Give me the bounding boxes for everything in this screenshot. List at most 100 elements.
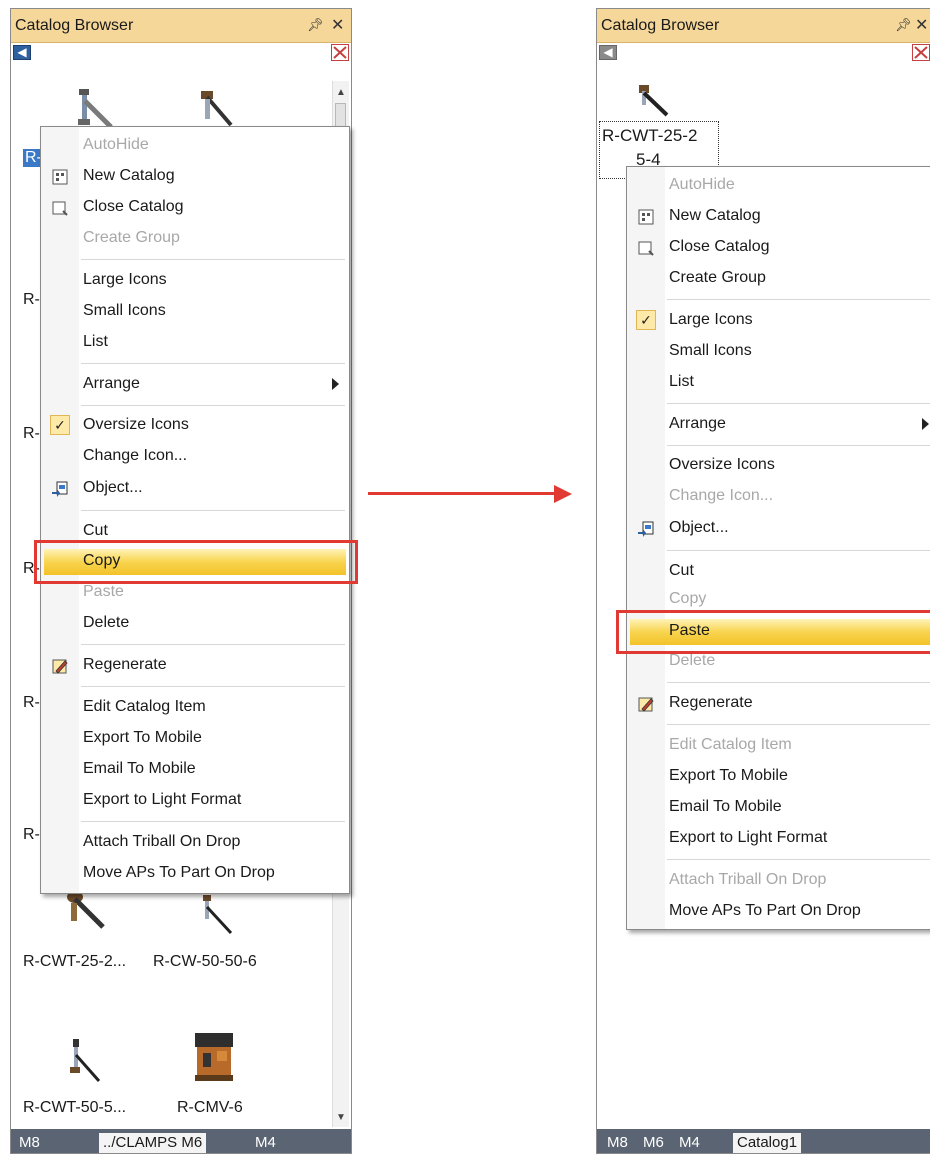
menu-item-small-icons[interactable]: Small Icons bbox=[41, 299, 349, 325]
transition-arrow bbox=[368, 492, 558, 495]
menu-item-oversize-icons[interactable]: ✓ Oversize Icons bbox=[41, 413, 349, 439]
menu-item-export-to-light-format[interactable]: Export to Light Format bbox=[41, 788, 349, 814]
menu-separator bbox=[667, 724, 930, 725]
menu-item-regenerate[interactable]: Regenerate bbox=[627, 691, 930, 717]
menu-item-label: Delete bbox=[83, 614, 130, 631]
menu-item-label: Close Catalog bbox=[83, 198, 184, 215]
clamp-icon[interactable] bbox=[61, 889, 111, 940]
menu-separator bbox=[667, 299, 930, 300]
vise-icon[interactable] bbox=[189, 1029, 239, 1090]
remove-catalog-icon[interactable] bbox=[331, 44, 349, 61]
menu-separator bbox=[81, 405, 345, 406]
menu-item-attach-triball[interactable]: Attach Triball On Drop bbox=[41, 830, 349, 856]
tab-m6[interactable]: M6 bbox=[643, 1133, 664, 1153]
catalog-item-label[interactable]: R-CW-50-50-6 bbox=[153, 953, 257, 971]
menu-item-object[interactable]: Object... bbox=[627, 516, 930, 542]
menu-item-label: Large Icons bbox=[669, 311, 753, 328]
menu-item-label: Small Icons bbox=[669, 342, 752, 359]
catalog-item-label[interactable]: R-CWT-25-2... bbox=[23, 953, 126, 971]
tab-m8[interactable]: M8 bbox=[607, 1133, 628, 1153]
scroll-down-icon[interactable]: ▼ bbox=[336, 1112, 346, 1123]
menu-item-export-to-mobile[interactable]: Export To Mobile bbox=[627, 764, 930, 790]
close-catalog-icon bbox=[638, 241, 654, 256]
menu-item-label: AutoHide bbox=[83, 136, 149, 153]
menu-item-change-icon[interactable]: Change Icon... bbox=[41, 444, 349, 470]
menu-item-email-to-mobile[interactable]: Email To Mobile bbox=[627, 795, 930, 821]
menu-item-list[interactable]: List bbox=[41, 330, 349, 356]
pin-icon[interactable]: 📌︎ bbox=[895, 17, 912, 33]
catalog-item-label[interactable]: R- bbox=[23, 826, 40, 844]
menu-item-create-group[interactable]: Create Group bbox=[627, 266, 930, 292]
clamp-icon[interactable] bbox=[635, 81, 675, 126]
catalog-item-label[interactable]: R- bbox=[23, 291, 40, 309]
menu-item-label: Cut bbox=[83, 522, 108, 539]
menu-item-label: Object... bbox=[83, 479, 143, 496]
menu-separator bbox=[81, 821, 345, 822]
menu-separator bbox=[81, 644, 345, 645]
menu-item-move-aps[interactable]: Move APs To Part On Drop bbox=[627, 899, 930, 925]
menu-item-label: Oversize Icons bbox=[83, 416, 189, 433]
menu-item-edit-catalog-item[interactable]: Edit Catalog Item bbox=[41, 695, 349, 721]
menu-item-large-icons[interactable]: ✓ Large Icons bbox=[627, 308, 930, 334]
close-icon[interactable]: ✕ bbox=[331, 15, 344, 35]
paste-highlight-annotation bbox=[616, 610, 930, 654]
back-arrow-icon[interactable]: ◀ bbox=[13, 45, 31, 60]
menu-item-oversize-icons[interactable]: Oversize Icons bbox=[627, 453, 930, 479]
menu-item-export-to-light-format[interactable]: Export to Light Format bbox=[627, 826, 930, 852]
menu-item-label: Export to Light Format bbox=[669, 829, 828, 846]
right-title: Catalog Browser bbox=[601, 17, 720, 34]
scroll-up-icon[interactable]: ▲ bbox=[336, 87, 346, 98]
menu-item-attach-triball[interactable]: Attach Triball On Drop bbox=[627, 868, 930, 894]
menu-item-export-to-mobile[interactable]: Export To Mobile bbox=[41, 726, 349, 752]
close-icon[interactable]: ✕ bbox=[915, 15, 928, 35]
catalog-item-label[interactable]: R-CWT-50-5... bbox=[23, 1099, 126, 1117]
remove-catalog-icon[interactable] bbox=[912, 44, 930, 61]
regenerate-icon bbox=[638, 697, 654, 712]
menu-item-object[interactable]: Object... bbox=[41, 476, 349, 502]
menu-item-autohide[interactable]: AutoHide bbox=[627, 173, 930, 199]
menu-separator bbox=[667, 859, 930, 860]
catalog-item-label[interactable]: R- bbox=[23, 694, 40, 712]
menu-separator bbox=[81, 259, 345, 260]
tab-catalog1[interactable]: Catalog1 bbox=[733, 1133, 802, 1153]
menu-item-edit-catalog-item[interactable]: Edit Catalog Item bbox=[627, 733, 930, 759]
catalog-item-label[interactable]: R-CMV-6 bbox=[177, 1099, 243, 1117]
menu-item-label: Large Icons bbox=[83, 271, 167, 288]
copy-highlight-annotation bbox=[34, 540, 358, 584]
menu-item-move-aps[interactable]: Move APs To Part On Drop bbox=[41, 861, 349, 887]
menu-item-autohide[interactable]: AutoHide bbox=[41, 133, 349, 159]
menu-item-change-icon[interactable]: Change Icon... bbox=[627, 484, 930, 510]
menu-item-small-icons[interactable]: Small Icons bbox=[627, 339, 930, 365]
clamp-icon[interactable] bbox=[61, 1037, 105, 1090]
tab-m8[interactable]: M8 bbox=[19, 1133, 40, 1153]
catalog-item-label[interactable]: R- bbox=[23, 425, 40, 443]
menu-item-label: Paste bbox=[83, 583, 124, 600]
transition-arrow-head bbox=[554, 485, 572, 503]
right-context-menu: AutoHide New Catalog Close Catalog Creat… bbox=[626, 166, 930, 930]
menu-item-regenerate[interactable]: Regenerate bbox=[41, 653, 349, 679]
menu-item-new-catalog[interactable]: New Catalog bbox=[627, 204, 930, 230]
menu-item-new-catalog[interactable]: New Catalog bbox=[41, 164, 349, 190]
tab-clamps-label: ../CLAMPS bbox=[103, 1134, 178, 1151]
regenerate-icon bbox=[52, 659, 68, 674]
menu-item-close-catalog[interactable]: Close Catalog bbox=[627, 235, 930, 261]
tab-m4[interactable]: M4 bbox=[255, 1133, 276, 1153]
back-arrow-icon[interactable]: ◀ bbox=[599, 45, 617, 60]
menu-item-cut[interactable]: Cut bbox=[627, 559, 930, 585]
menu-item-label: AutoHide bbox=[669, 176, 735, 193]
menu-item-delete[interactable]: Delete bbox=[41, 611, 349, 637]
tab-clamps[interactable]: ../CLAMPS M6 bbox=[99, 1133, 207, 1153]
menu-item-list[interactable]: List bbox=[627, 370, 930, 396]
menu-item-email-to-mobile[interactable]: Email To Mobile bbox=[41, 757, 349, 783]
pin-icon[interactable]: 📌︎ bbox=[307, 17, 324, 33]
menu-item-create-group[interactable]: Create Group bbox=[41, 226, 349, 252]
menu-item-large-icons[interactable]: Large Icons bbox=[41, 268, 349, 294]
clamp-icon[interactable] bbox=[195, 893, 239, 942]
menu-item-label: Cut bbox=[669, 562, 694, 579]
menu-item-label: Export To Mobile bbox=[669, 767, 788, 784]
object-icon bbox=[52, 481, 68, 497]
tab-m4[interactable]: M4 bbox=[679, 1133, 700, 1153]
menu-item-close-catalog[interactable]: Close Catalog bbox=[41, 195, 349, 221]
menu-item-arrange[interactable]: Arrange bbox=[627, 412, 930, 438]
menu-item-arrange[interactable]: Arrange bbox=[41, 372, 349, 398]
